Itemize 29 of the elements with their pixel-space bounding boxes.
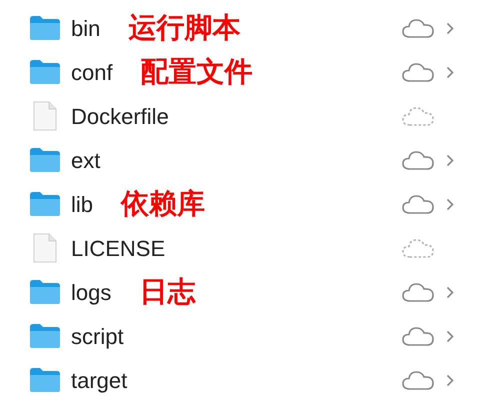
- annotation: 运行脚本: [128, 10, 240, 46]
- document-icon: [33, 101, 57, 131]
- chevron-icon[interactable]: [446, 198, 454, 210]
- chevron-icon[interactable]: [446, 66, 454, 78]
- annotation: 日志: [139, 274, 196, 310]
- annotation: 依赖库: [121, 186, 206, 222]
- file-name[interactable]: lib: [71, 188, 94, 220]
- file-name[interactable]: logs: [71, 276, 112, 308]
- folder-icon: [29, 59, 61, 85]
- file-name[interactable]: conf: [71, 56, 113, 88]
- annotation: 配置文件: [140, 54, 253, 90]
- folder-icon: [29, 15, 61, 41]
- folder-icon: [29, 367, 61, 393]
- folder-icon: [29, 147, 61, 173]
- file-name[interactable]: ext: [71, 144, 100, 176]
- file-name[interactable]: Dockerfile: [71, 100, 169, 132]
- folder-icon: [29, 279, 61, 305]
- chevron-icon[interactable]: [446, 330, 454, 342]
- folder-icon: [29, 323, 61, 349]
- file-name[interactable]: LICENSE: [71, 232, 166, 264]
- chevron-icon[interactable]: [446, 22, 454, 34]
- file-name[interactable]: bin: [71, 12, 100, 44]
- chevron-icon[interactable]: [446, 154, 454, 166]
- file-name[interactable]: script: [71, 320, 124, 352]
- folder-icon: [29, 191, 61, 217]
- chevron-icon[interactable]: [446, 286, 454, 298]
- chevron-icon[interactable]: [446, 374, 454, 386]
- document-icon: [33, 233, 57, 263]
- file-name[interactable]: target: [71, 364, 128, 396]
